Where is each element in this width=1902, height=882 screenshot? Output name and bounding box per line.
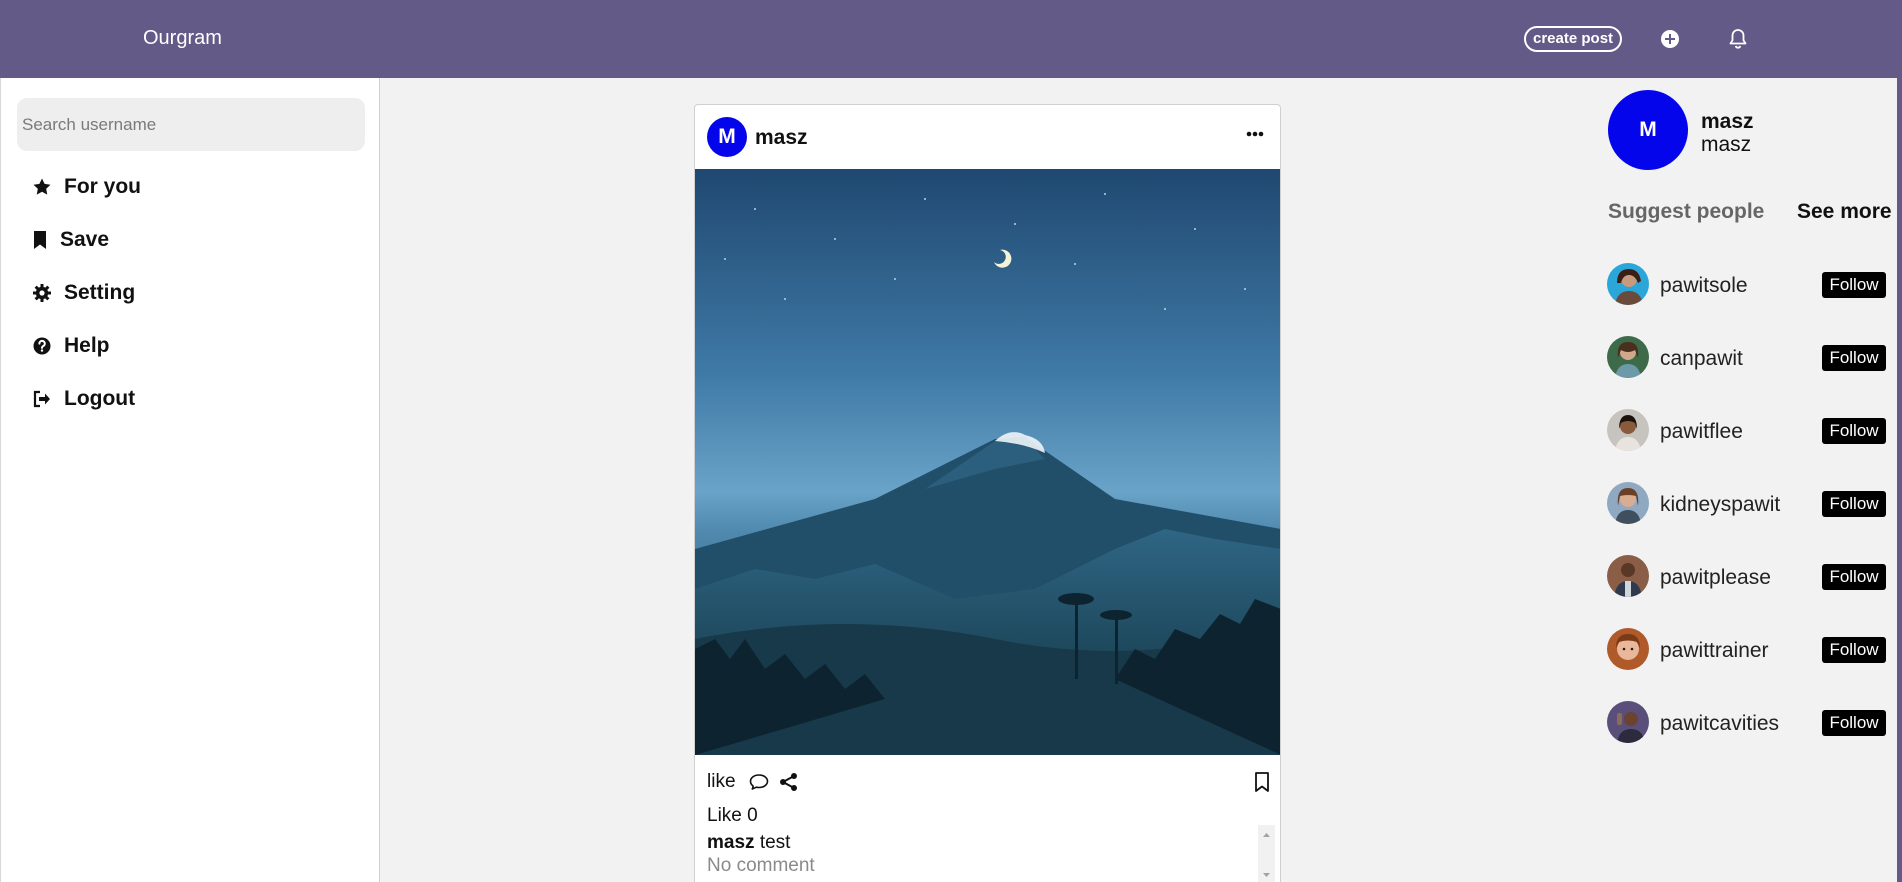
suggestion-row: pawitsole Follow [1607, 263, 1887, 307]
page-scrollbar[interactable] [1897, 78, 1902, 882]
search-username-input[interactable] [17, 98, 365, 151]
app-brand[interactable]: Ourgram [143, 27, 222, 50]
sidebar-item-setting[interactable]: Setting [32, 278, 135, 308]
avatar[interactable] [1607, 336, 1649, 378]
like-button[interactable]: like [707, 771, 736, 793]
comments-scrollbar[interactable] [1258, 825, 1275, 882]
avatar[interactable] [1607, 482, 1649, 524]
sidebar-item-label: Help [64, 334, 110, 357]
suggestion-username[interactable]: pawitsole [1660, 274, 1748, 298]
sidebar-item-logout[interactable]: Logout [32, 384, 135, 414]
create-post-button[interactable]: create post [1524, 26, 1623, 52]
caption-text: test [759, 832, 791, 853]
comments-placeholder: No comment [707, 855, 815, 876]
question-circle-icon [33, 337, 51, 355]
follow-button[interactable]: Follow [1822, 491, 1886, 517]
left-sidebar: For you Save Setting [0, 78, 380, 882]
plus-circle-icon[interactable] [1658, 27, 1682, 51]
post-username[interactable]: masz [755, 126, 808, 150]
suggestion-row: canpawit Follow [1607, 336, 1887, 380]
suggestion-username[interactable]: pawitplease [1660, 566, 1771, 590]
suggestion-username[interactable]: pawittrainer [1660, 639, 1769, 663]
post-image [695, 169, 1280, 755]
suggestion-username[interactable]: canpawit [1660, 347, 1743, 371]
more-options-icon[interactable] [1246, 131, 1264, 137]
avatar[interactable] [1607, 701, 1649, 743]
sidebar-item-help[interactable]: Help [32, 331, 110, 361]
suggestion-row: pawitcavities Follow [1607, 701, 1887, 745]
suggestion-row: pawitplease Follow [1607, 555, 1887, 599]
suggestion-username[interactable]: pawitflee [1660, 420, 1743, 444]
follow-button[interactable]: Follow [1822, 345, 1886, 371]
avatar[interactable] [1607, 628, 1649, 670]
sidebar-item-for-you[interactable]: For you [32, 172, 141, 202]
post-avatar[interactable]: M [707, 117, 747, 157]
follow-button[interactable]: Follow [1822, 637, 1886, 663]
suggestion-row: pawitflee Follow [1607, 409, 1887, 453]
suggestion-row: kidneyspawit Follow [1607, 482, 1887, 526]
sidebar-item-save[interactable]: Save [32, 225, 109, 255]
avatar[interactable] [1607, 409, 1649, 451]
avatar[interactable] [1607, 555, 1649, 597]
share-icon[interactable] [779, 772, 799, 792]
bookmark-icon [34, 231, 46, 249]
star-icon [33, 178, 51, 195]
profile-handle: masz [1701, 133, 1752, 156]
suggestion-username[interactable]: pawitcavities [1660, 712, 1779, 736]
caption-username[interactable]: masz [707, 832, 755, 853]
post-card: M masz like Like 0 masz test No comment [694, 104, 1281, 882]
profile-avatar[interactable]: M [1608, 90, 1688, 170]
suggestion-username[interactable]: kidneyspawit [1660, 493, 1780, 517]
gear-icon [33, 284, 51, 302]
see-more-link[interactable]: See more [1797, 200, 1892, 224]
like-count: Like 0 [707, 805, 758, 826]
follow-button[interactable]: Follow [1822, 710, 1886, 736]
follow-button[interactable]: Follow [1822, 564, 1886, 590]
follow-button[interactable]: Follow [1822, 418, 1886, 444]
suggestion-row: pawittrainer Follow [1607, 628, 1887, 672]
sign-out-icon [33, 390, 50, 408]
follow-button[interactable]: Follow [1822, 272, 1886, 298]
avatar[interactable] [1607, 263, 1649, 305]
post-caption: masz test [707, 832, 790, 854]
suggest-people-heading: Suggest people [1608, 200, 1765, 223]
sidebar-item-label: Setting [64, 281, 136, 304]
bell-icon[interactable] [1726, 27, 1750, 51]
profile-name[interactable]: masz [1701, 110, 1754, 134]
sidebar-item-label: For you [64, 175, 141, 198]
comment-icon[interactable] [748, 772, 770, 792]
top-header: Ourgram create post [0, 0, 1902, 78]
sidebar-item-label: Logout [64, 387, 136, 410]
sidebar-item-label: Save [60, 228, 110, 251]
bookmark-icon[interactable] [1253, 771, 1271, 793]
